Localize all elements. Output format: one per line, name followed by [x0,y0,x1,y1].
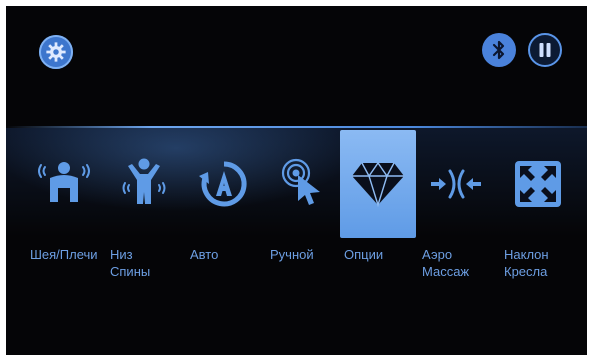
bluetooth-icon [492,40,505,60]
gear-icon [46,42,66,62]
settings-button[interactable] [39,35,73,69]
massage-chair-screen: Шея/Плечи Низ Спины Авто Ручной Опции Аэ… [6,6,587,355]
mode-label: Авто [190,247,219,262]
mode-label: Низ Спины [110,247,151,279]
mode-air-massage[interactable]: Аэро Массаж [418,124,494,324]
mode-neck-shoulders[interactable]: Шея/Плечи [26,124,102,324]
auto-icon [199,161,247,207]
mode-label: Шея/Плечи [30,247,98,262]
mode-selector: Шея/Плечи Низ Спины Авто Ручной Опции Аэ… [6,124,587,324]
air-massage-icon [431,169,481,199]
mode-lower-back[interactable]: Низ Спины [106,124,182,324]
mode-label: Наклон Кресла [504,247,549,279]
mode-options[interactable]: Опции [340,124,416,324]
bluetooth-button[interactable] [482,33,516,67]
pause-button[interactable] [528,33,562,67]
diamond-icon [352,161,404,207]
neck-shoulders-icon [38,162,90,202]
mode-label: Аэро Массаж [422,247,470,279]
mode-manual[interactable]: Ручной [266,124,342,324]
mode-auto[interactable]: Авто [186,124,262,324]
mode-label: Ручной [270,247,314,262]
recline-icon [515,161,561,207]
mode-recline[interactable]: Наклон Кресла [500,124,576,324]
lower-back-icon [122,158,166,204]
mode-label: Опции [344,247,384,262]
manual-icon [281,158,320,205]
pause-icon [539,43,551,57]
